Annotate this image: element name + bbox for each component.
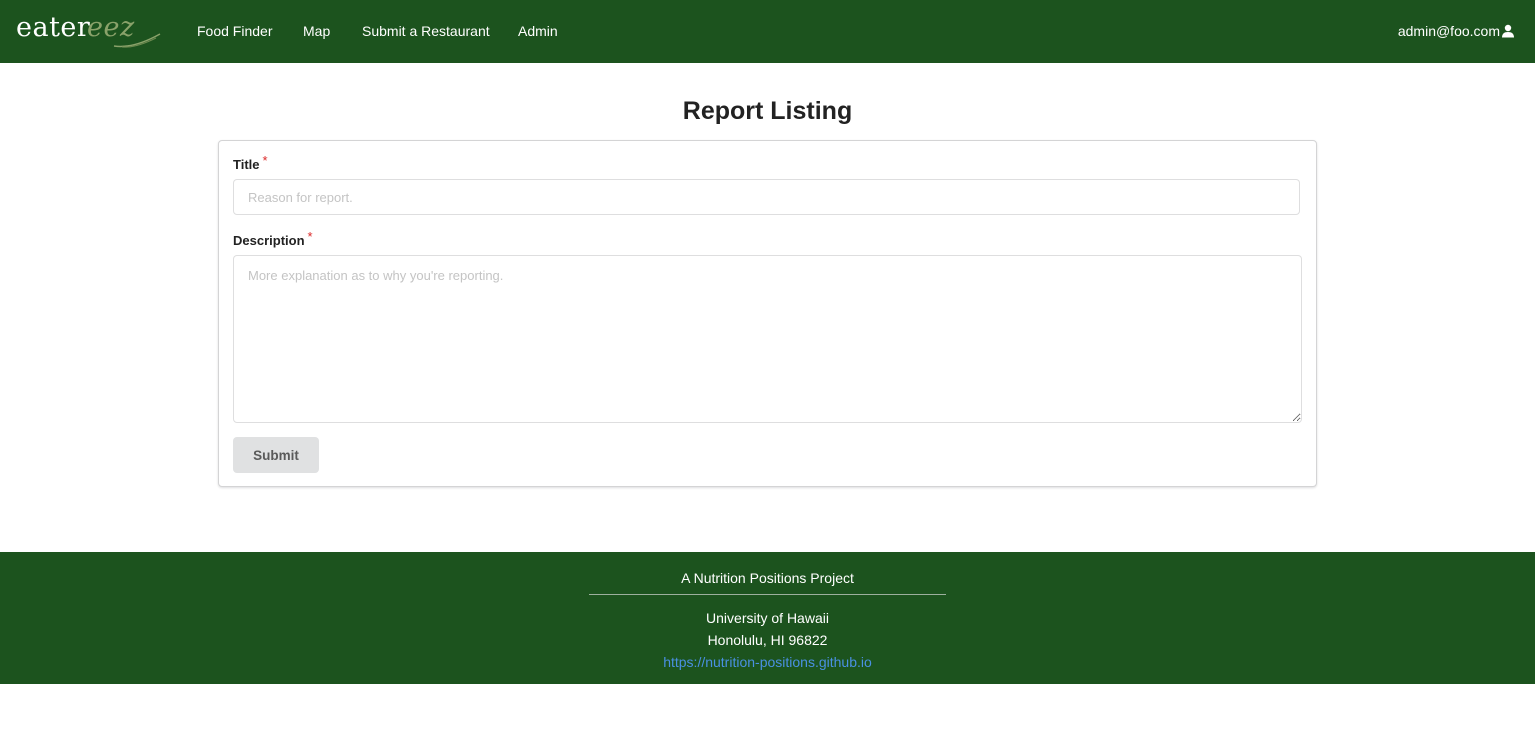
description-label-text: Description	[233, 233, 305, 248]
footer-link-row: https://nutrition-positions.github.io	[0, 653, 1535, 671]
title-label-text: Title	[233, 157, 260, 172]
footer-project-name: A Nutrition Positions Project	[681, 570, 854, 586]
logo-text-main: eater	[16, 12, 91, 43]
logo-swoosh-icon	[113, 33, 161, 48]
user-menu[interactable]: admin@foo.com	[1398, 22, 1515, 40]
description-textarea[interactable]	[233, 255, 1302, 423]
footer: A Nutrition Positions Project University…	[0, 552, 1535, 684]
title-field-label: Title *	[233, 153, 268, 173]
title-input[interactable]	[233, 179, 1300, 215]
eatereez-logo[interactable]: eater eez	[16, 10, 161, 50]
footer-university: University of Hawaii	[706, 610, 829, 626]
nav-link-food-finder[interactable]: Food Finder	[197, 22, 272, 40]
page-title: Report Listing	[682, 97, 853, 125]
nav-link-admin[interactable]: Admin	[518, 22, 558, 40]
footer-website-link[interactable]: https://nutrition-positions.github.io	[663, 654, 872, 670]
required-marker: *	[307, 229, 313, 244]
nav-link-map[interactable]: Map	[303, 22, 330, 40]
top-navbar: eater eez Food Finder Map Submit a Resta…	[0, 0, 1535, 63]
report-form: Title* Description* Submit	[218, 140, 1317, 487]
user-icon	[1502, 24, 1514, 38]
footer-divider	[589, 594, 946, 595]
footer-address: Honolulu, HI 96822	[707, 632, 828, 648]
nav-link-submit-restaurant[interactable]: Submit a Restaurant	[362, 22, 490, 40]
submit-button[interactable]: Submit	[233, 437, 319, 473]
user-email: admin@foo.com	[1397, 23, 1500, 39]
required-marker: *	[262, 153, 268, 168]
description-field-label: Description *	[233, 229, 313, 249]
